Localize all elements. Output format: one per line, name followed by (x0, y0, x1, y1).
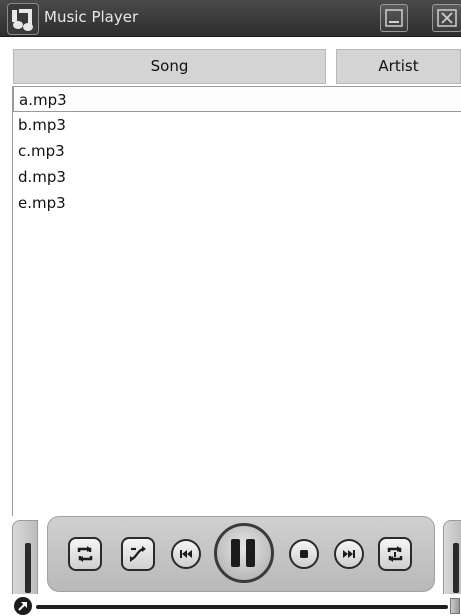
repeat-icon (77, 546, 93, 562)
playback-controls (47, 516, 435, 592)
pause-icon (231, 539, 240, 567)
minimize-button[interactable] (380, 4, 408, 32)
next-icon (343, 550, 355, 558)
list-item[interactable]: a.mp3 (13, 86, 461, 112)
list-item[interactable]: b.mp3 (13, 112, 461, 138)
list-item[interactable]: c.mp3 (13, 138, 461, 164)
status-bar (0, 594, 461, 616)
window-title: Music Player (44, 8, 139, 26)
column-header-artist[interactable]: Artist (336, 49, 461, 84)
progress-end-handle[interactable] (450, 598, 460, 614)
list-item[interactable]: d.mp3 (13, 164, 461, 190)
next-button[interactable] (334, 539, 364, 569)
title-bar: Music Player (0, 0, 461, 37)
column-header-song[interactable]: Song (13, 49, 326, 84)
grip-icon (453, 543, 459, 593)
music-note-icon (7, 3, 39, 35)
grip-icon (25, 543, 31, 593)
previous-button[interactable] (171, 539, 201, 569)
repeat-one-icon (387, 546, 403, 562)
previous-icon (180, 550, 192, 558)
progress-bar[interactable] (36, 605, 448, 609)
pause-button[interactable] (214, 523, 274, 583)
shuffle-button[interactable] (121, 537, 155, 571)
shuffle-icon (130, 546, 146, 562)
stop-icon (300, 550, 308, 558)
stop-button[interactable] (289, 539, 319, 569)
arrow-icon[interactable] (14, 597, 32, 615)
list-item[interactable]: e.mp3 (13, 190, 461, 216)
column-headers: Song Artist (0, 49, 461, 84)
repeat-button[interactable] (68, 537, 102, 571)
minimize-icon (385, 9, 403, 27)
close-icon (437, 9, 457, 27)
repeat-one-button[interactable] (378, 537, 412, 571)
close-button[interactable] (432, 4, 461, 32)
song-list[interactable]: a.mp3 b.mp3 c.mp3 d.mp3 e.mp3 (12, 86, 461, 516)
